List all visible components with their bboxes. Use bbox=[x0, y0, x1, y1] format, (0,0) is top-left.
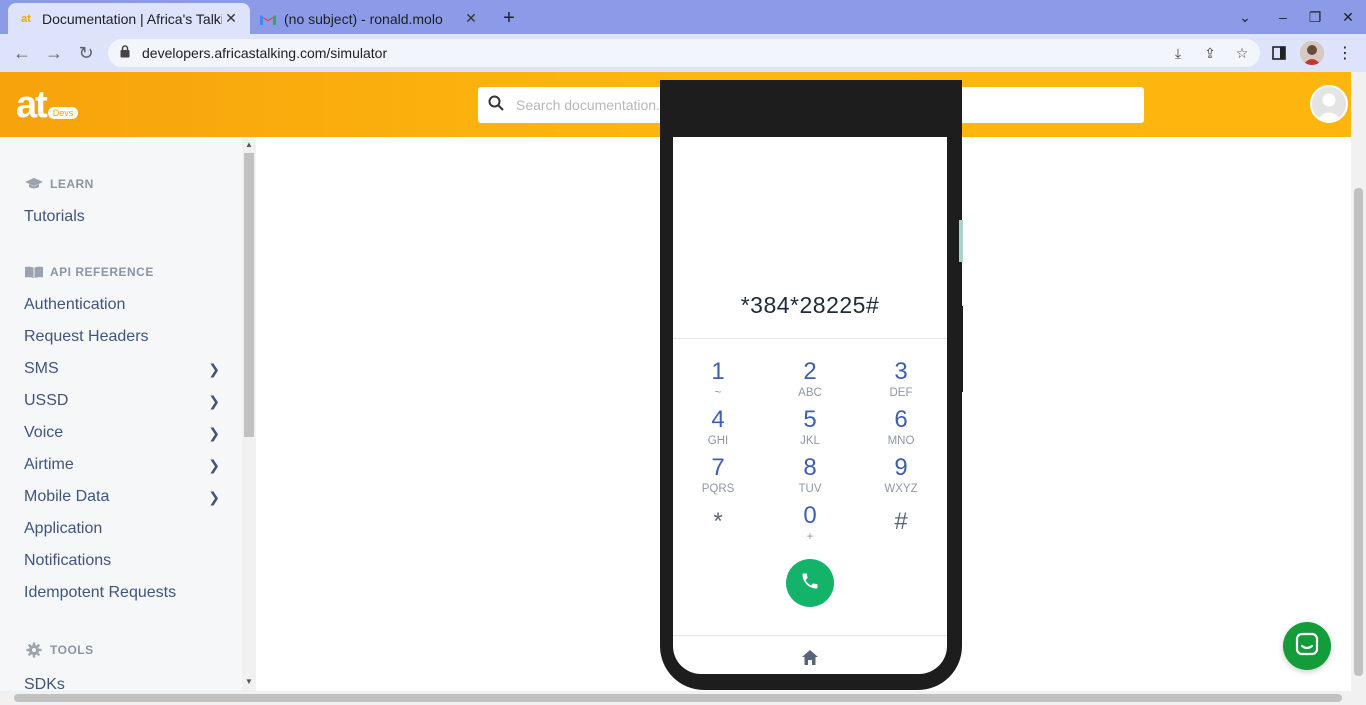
chevron-right-icon: ❯ bbox=[208, 456, 220, 473]
divider bbox=[673, 338, 947, 339]
new-tab-button[interactable]: + bbox=[498, 7, 520, 29]
bookmark-star-icon[interactable]: ☆ bbox=[1232, 43, 1252, 63]
keypad-key-1[interactable]: 1 ~ bbox=[683, 359, 753, 401]
section-heading-learn: LEARN bbox=[24, 177, 94, 191]
forward-arrow-icon[interactable]: → bbox=[42, 42, 66, 64]
docs-sidebar: LEARN Tutorials API REFERENCE Authentica… bbox=[0, 137, 242, 691]
browser-toolbar: ← → ↻ developers.africastalking.com/simu… bbox=[0, 34, 1366, 72]
reload-icon[interactable]: ↻ bbox=[74, 42, 98, 64]
africastalking-logo[interactable]: at Devs bbox=[16, 86, 79, 124]
sidebar-scroll-thumb[interactable] bbox=[244, 153, 254, 437]
url-text: developers.africastalking.com/simulator bbox=[142, 45, 388, 61]
phone-icon bbox=[800, 571, 820, 596]
keypad-key-5[interactable]: 5 JKL bbox=[775, 407, 845, 449]
section-heading-tools: TOOLS bbox=[24, 642, 94, 658]
share-icon[interactable]: ⇪ bbox=[1200, 43, 1220, 63]
chat-launcher-button[interactable] bbox=[1283, 622, 1331, 670]
sidebar-item-mobile-data[interactable]: Mobile Data ❯ bbox=[24, 486, 220, 508]
horizontal-scroll-thumb[interactable] bbox=[14, 694, 1342, 702]
window-close-icon[interactable]: ✕ bbox=[1337, 6, 1359, 28]
sidebar-item-voice[interactable]: Voice ❯ bbox=[24, 422, 220, 444]
back-arrow-icon[interactable]: ← bbox=[10, 42, 34, 64]
sidebar-item-application[interactable]: Application bbox=[24, 518, 220, 540]
page-scrollbar[interactable] bbox=[1351, 72, 1366, 691]
keypad-key-hash[interactable]: # bbox=[866, 509, 936, 535]
keypad-key-8[interactable]: 8 TUV bbox=[775, 455, 845, 497]
phone-side-button bbox=[959, 306, 963, 392]
gear-icon bbox=[24, 642, 44, 658]
chevron-right-icon: ❯ bbox=[208, 360, 220, 377]
install-icon[interactable]: ⤓ bbox=[1168, 43, 1188, 63]
tab-documentation[interactable]: at Documentation | Africa's Talking ✕ bbox=[8, 3, 250, 34]
sidebar-item-airtime[interactable]: Airtime ❯ bbox=[24, 454, 220, 476]
book-icon bbox=[24, 265, 44, 279]
home-icon[interactable] bbox=[800, 647, 820, 667]
sidebar-item-sdks[interactable]: SDKs bbox=[24, 674, 220, 691]
dialed-number: *384*28225# bbox=[740, 292, 880, 318]
keypad-key-7[interactable]: 7 PQRS bbox=[683, 455, 753, 497]
close-icon[interactable]: ✕ bbox=[462, 10, 480, 28]
tab-title: (no subject) - ronald.molo bbox=[284, 10, 443, 27]
address-bar[interactable]: developers.africastalking.com/simulator … bbox=[108, 39, 1260, 67]
horizontal-scrollbar[interactable] bbox=[0, 691, 1366, 705]
keypad-key-star[interactable]: * bbox=[683, 509, 753, 535]
sidebar-item-tutorials[interactable]: Tutorials bbox=[24, 206, 220, 228]
tab-gmail[interactable]: (no subject) - ronald.molo ✕ bbox=[250, 3, 490, 34]
chevron-right-icon: ❯ bbox=[208, 392, 220, 409]
gmail-favicon bbox=[260, 11, 276, 27]
phone-side-button bbox=[959, 220, 963, 262]
user-avatar[interactable] bbox=[1310, 85, 1348, 123]
scroll-down-arrow-icon[interactable]: ▼ bbox=[245, 677, 253, 686]
chevron-right-icon: ❯ bbox=[208, 424, 220, 441]
browser-tab-strip: at Documentation | Africa's Talking ✕ (n… bbox=[0, 0, 1366, 34]
section-heading-api-reference: API REFERENCE bbox=[24, 265, 154, 279]
keypad-key-3[interactable]: 3 DEF bbox=[866, 359, 936, 401]
keypad-key-2[interactable]: 2 ABC bbox=[775, 359, 845, 401]
sidebar-item-ussd[interactable]: USSD ❯ bbox=[24, 390, 220, 412]
minimize-icon[interactable]: – bbox=[1272, 6, 1294, 28]
sidebar-item-notifications[interactable]: Notifications bbox=[24, 550, 220, 572]
side-panel-icon[interactable] bbox=[1268, 42, 1290, 64]
restore-icon[interactable]: ❐ bbox=[1304, 6, 1326, 28]
close-icon[interactable]: ✕ bbox=[222, 10, 240, 28]
sidebar-item-request-headers[interactable]: Request Headers bbox=[24, 326, 220, 348]
lock-icon bbox=[120, 45, 134, 61]
keypad-key-6[interactable]: 6 MNO bbox=[866, 407, 936, 449]
sidebar-item-sms[interactable]: SMS ❯ bbox=[24, 358, 220, 380]
sidebar-item-idempotent-requests[interactable]: Idempotent Requests bbox=[24, 582, 220, 604]
keypad-key-9[interactable]: 9 WXYZ bbox=[866, 455, 936, 497]
phone-screen: *384*28225# 1 ~ 2 ABC 3 DEF 4 GHI 5 JKL 6 MNO … bbox=[673, 137, 947, 674]
keypad-key-0[interactable]: 0 + bbox=[775, 503, 845, 545]
kebab-menu-icon[interactable]: ⋮ bbox=[1334, 42, 1356, 64]
search-icon bbox=[488, 95, 504, 116]
divider bbox=[673, 635, 947, 636]
browser-profile-avatar[interactable] bbox=[1300, 41, 1324, 65]
chevron-right-icon: ❯ bbox=[208, 488, 220, 505]
graduation-cap-icon bbox=[24, 177, 44, 191]
scroll-up-arrow-icon[interactable]: ▲ bbox=[245, 140, 253, 149]
tab-search-icon[interactable]: ⌄ bbox=[1234, 6, 1256, 28]
page-scroll-thumb[interactable] bbox=[1354, 188, 1363, 676]
sidebar-scrollbar[interactable]: ▲ ▼ bbox=[242, 137, 256, 691]
call-button[interactable] bbox=[786, 559, 834, 607]
sidebar-item-authentication[interactable]: Authentication bbox=[24, 294, 220, 316]
chat-icon bbox=[1295, 632, 1319, 661]
keypad-key-4[interactable]: 4 GHI bbox=[683, 407, 753, 449]
tab-title: Documentation | Africa's Talking bbox=[42, 10, 222, 27]
africastalking-favicon: at bbox=[21, 12, 31, 25]
